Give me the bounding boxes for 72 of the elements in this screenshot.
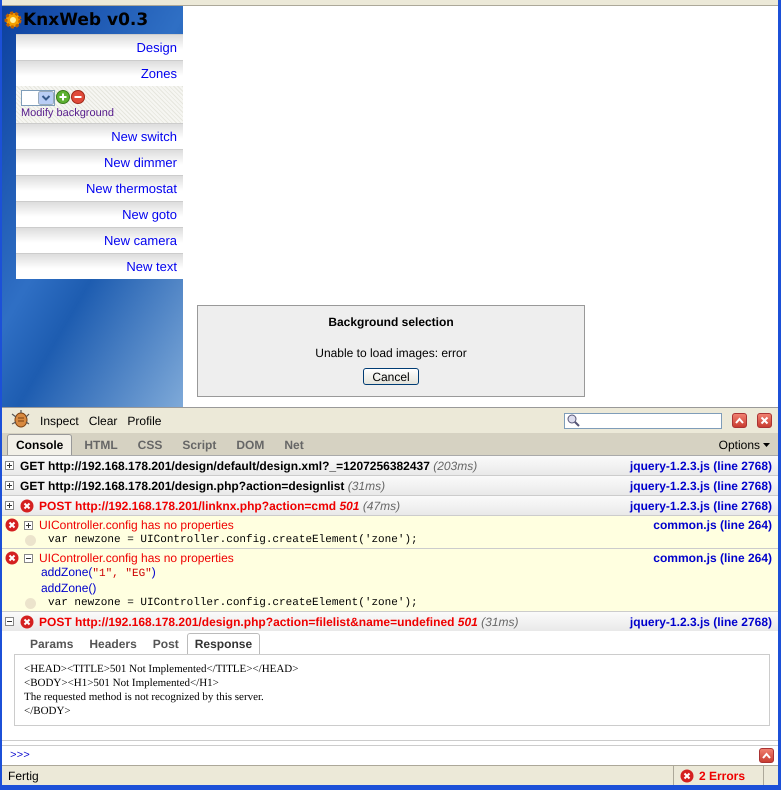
collapse-toggle[interactable] bbox=[5, 617, 14, 626]
error-count[interactable]: 2 Errors bbox=[672, 766, 763, 785]
expand-toggle[interactable] bbox=[24, 520, 33, 530]
expand-toggle[interactable] bbox=[5, 481, 14, 490]
plus-icon bbox=[6, 502, 13, 509]
request-line: POST http://192.168.178.201/linknx.php?action=cmd 501 (47ms) bbox=[39, 498, 400, 512]
source-code-line: var newzone = UIController.config.createElement('zone'); bbox=[48, 597, 418, 609]
error-icon bbox=[20, 614, 34, 628]
panel-tab[interactable]: HTML bbox=[76, 435, 126, 455]
error-message: UIController.config has no properties bbox=[39, 518, 234, 532]
add-button[interactable] bbox=[56, 90, 70, 106]
expand-toggle[interactable] bbox=[5, 461, 14, 470]
response-line: <HEAD><TITLE>501 Not Implemented</TITLE></HEAD> bbox=[24, 662, 300, 676]
stack-frame-link[interactable]: addZone("1", "EG") bbox=[5, 565, 772, 581]
detail-tab[interactable]: Params bbox=[22, 633, 82, 654]
response-line: </BODY> bbox=[24, 704, 72, 718]
status-text: Fertig bbox=[7, 768, 40, 782]
response-line: The requested method is not recognized by this server. bbox=[24, 690, 265, 704]
detail-tab[interactable]: Post bbox=[144, 633, 187, 654]
panel-tab[interactable]: DOM bbox=[228, 435, 272, 455]
toolbar-button[interactable]: Profile bbox=[127, 414, 162, 428]
source-link[interactable]: jquery-1.2.3.js (line 2768) bbox=[630, 498, 772, 512]
close-button[interactable] bbox=[757, 413, 772, 428]
error-icon bbox=[680, 768, 694, 782]
minus-icon bbox=[71, 90, 85, 104]
stack-frame-link[interactable]: addZone() bbox=[5, 581, 772, 595]
request-line: POST http://192.168.178.201/design.php?action=filelist&name=undefined 501 (31ms) bbox=[39, 614, 518, 628]
source-code-line: var newzone = UIController.config.createElement('zone'); bbox=[48, 534, 418, 546]
close-icon bbox=[760, 416, 769, 425]
source-link[interactable]: jquery-1.2.3.js (line 2768) bbox=[630, 458, 772, 472]
panel-tab[interactable]: Script bbox=[174, 435, 224, 455]
zone-select[interactable] bbox=[21, 90, 55, 106]
error-message: UIController.config has no properties bbox=[39, 551, 234, 565]
caret-icon bbox=[763, 443, 770, 447]
dialog-message: Unable to load images: error bbox=[315, 346, 467, 360]
options-menu[interactable]: Options bbox=[718, 435, 770, 455]
collapse-button[interactable] bbox=[732, 413, 747, 428]
detail-tab[interactable]: Response bbox=[186, 633, 260, 654]
panel-tab[interactable]: CSS bbox=[130, 435, 170, 455]
error-icon bbox=[5, 518, 19, 532]
command-prompt: >>> bbox=[10, 750, 30, 762]
detail-tab[interactable]: Headers bbox=[81, 633, 145, 654]
source-link[interactable]: common.js (line 264) bbox=[653, 518, 772, 532]
gear-icon bbox=[4, 11, 22, 29]
expand-command-button[interactable] bbox=[759, 748, 774, 763]
response-line: <BODY><H1>501 Not Implemented</H1> bbox=[24, 676, 220, 690]
source-link[interactable]: jquery-1.2.3.js (line 2768) bbox=[630, 478, 772, 492]
request-line: GET http://192.168.178.201/design.php?action=designlist (31ms) bbox=[20, 478, 386, 492]
plus-icon bbox=[6, 462, 13, 469]
remove-button[interactable] bbox=[71, 90, 85, 106]
expand-toggle[interactable] bbox=[5, 501, 14, 510]
cancel-button[interactable]: Cancel bbox=[363, 368, 419, 385]
minus-icon bbox=[6, 618, 13, 625]
dialog-title: Background selection bbox=[328, 315, 454, 329]
breakpoint-icon bbox=[25, 598, 36, 608]
panel-tab[interactable]: Console bbox=[7, 434, 72, 455]
plus-icon bbox=[56, 90, 70, 104]
collapse-toggle[interactable] bbox=[24, 554, 33, 562]
request-line: GET http://192.168.178.201/design/default/design.xml?_=1207256382437 (203ms) bbox=[20, 458, 478, 472]
toolbar-button[interactable]: Inspect bbox=[40, 414, 79, 428]
plus-icon bbox=[25, 522, 32, 528]
error-icon bbox=[5, 551, 19, 565]
search-icon bbox=[567, 414, 580, 427]
breakpoint-icon bbox=[25, 534, 36, 546]
source-link[interactable]: common.js (line 264) bbox=[653, 551, 772, 565]
search-field[interactable] bbox=[564, 412, 722, 428]
toolbar-button[interactable]: Clear bbox=[88, 414, 118, 428]
source-link[interactable]: jquery-1.2.3.js (line 2768) bbox=[630, 614, 772, 628]
panel-tab[interactable]: Net bbox=[276, 435, 312, 455]
error-icon bbox=[20, 498, 34, 512]
app-title: KnxWeb v0.3 bbox=[23, 10, 148, 30]
plus-icon bbox=[6, 482, 13, 489]
